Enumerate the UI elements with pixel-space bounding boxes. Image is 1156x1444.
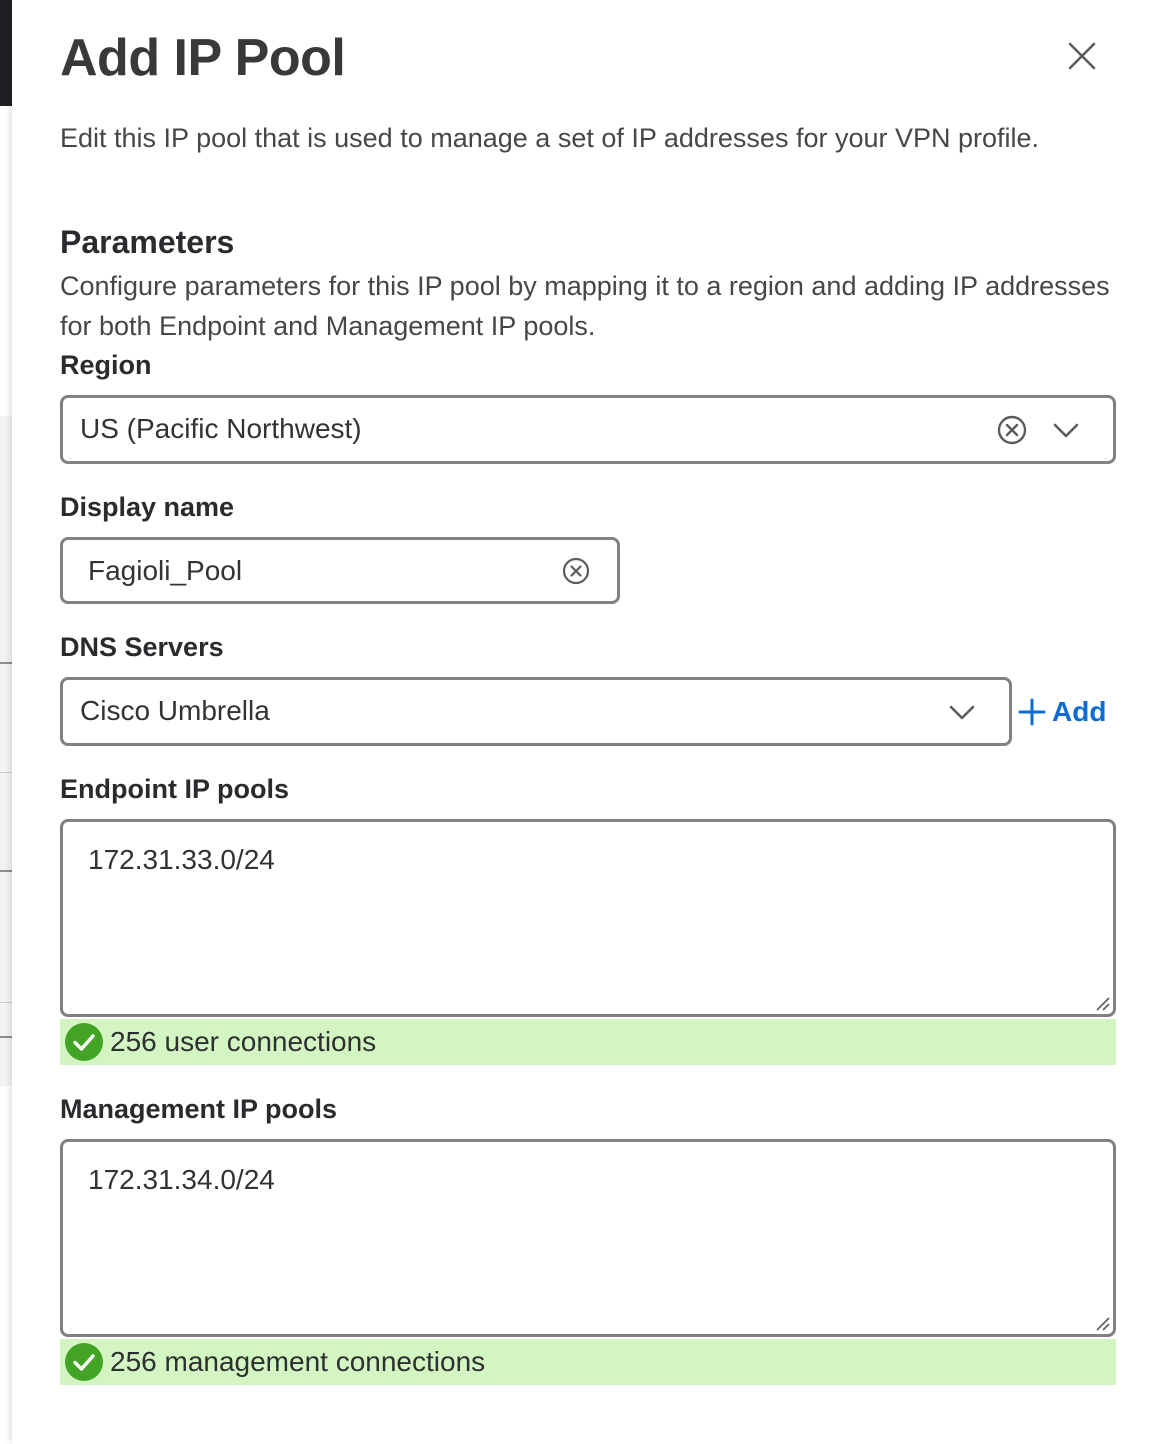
- endpoint-connections-status: 256 user connections: [60, 1019, 1116, 1065]
- background-header: [0, 0, 12, 106]
- check-circle-icon: [65, 1023, 103, 1061]
- dns-servers-label: DNS Servers: [60, 632, 224, 662]
- background-divider: [0, 1036, 12, 1038]
- display-name-label: Display name: [60, 492, 235, 522]
- region-clear-button[interactable]: [996, 414, 1028, 451]
- region-label: Region: [60, 350, 152, 380]
- dns-servers-select[interactable]: Cisco Umbrella: [60, 677, 1012, 746]
- endpoint-ip-pools-value: 172.31.33.0/24: [88, 844, 275, 875]
- background-band: [0, 106, 12, 416]
- drawer-description: Edit this IP pool that is used to manage…: [60, 123, 1040, 153]
- region-select[interactable]: US (Pacific Northwest): [60, 395, 1116, 464]
- display-name-value: Fagioli_Pool: [88, 555, 243, 586]
- management-connections-status: 256 management connections: [60, 1339, 1116, 1385]
- clear-circle-icon: [562, 557, 590, 585]
- background-page-edge: [0, 0, 12, 1444]
- parameters-description: Configure parameters for this IP pool by…: [60, 271, 1110, 341]
- background-divider: [0, 662, 12, 664]
- add-ip-pool-drawer: Add IP Pool Edit this IP pool that is us…: [12, 0, 1156, 1444]
- management-ip-pools-label: Management IP pools: [60, 1094, 338, 1124]
- background-band: [0, 1086, 12, 1444]
- endpoint-ip-pools-textarea[interactable]: 172.31.33.0/24: [60, 819, 1116, 1017]
- dns-servers-value: Cisco Umbrella: [80, 695, 270, 726]
- close-icon: [1068, 42, 1096, 70]
- resize-handle-icon[interactable]: [1093, 994, 1111, 1012]
- endpoint-ip-pools-label: Endpoint IP pools: [60, 774, 289, 804]
- endpoint-connections-text: 256 user connections: [110, 1026, 377, 1057]
- display-name-input[interactable]: Fagioli_Pool: [60, 537, 620, 604]
- dns-dropdown-toggle[interactable]: [948, 698, 976, 731]
- display-name-clear-button[interactable]: [560, 555, 592, 592]
- region-dropdown-toggle[interactable]: [1052, 416, 1080, 449]
- plus-icon: [1018, 698, 1046, 726]
- drawer-title: Add IP Pool: [60, 29, 346, 87]
- clear-circle-icon: [997, 415, 1027, 445]
- management-connections-text: 256 management connections: [110, 1346, 486, 1377]
- chevron-down-icon: [1053, 423, 1079, 438]
- management-ip-pools-textarea[interactable]: 172.31.34.0/24: [60, 1139, 1116, 1337]
- add-dns-server-label: Add: [1052, 696, 1107, 727]
- background-divider: [0, 772, 12, 773]
- check-circle-icon: [65, 1343, 103, 1381]
- management-ip-pools-value: 172.31.34.0/24: [88, 1164, 275, 1195]
- add-dns-server-button[interactable]: Add: [1018, 692, 1106, 732]
- chevron-down-icon: [949, 705, 975, 720]
- page: Add IP Pool Edit this IP pool that is us…: [0, 0, 1156, 1444]
- parameters-heading: Parameters: [60, 224, 235, 260]
- region-value: US (Pacific Northwest): [80, 413, 362, 444]
- background-divider: [0, 870, 12, 872]
- close-button[interactable]: [1064, 38, 1100, 74]
- background-divider: [0, 1002, 12, 1003]
- resize-handle-icon[interactable]: [1093, 1314, 1111, 1332]
